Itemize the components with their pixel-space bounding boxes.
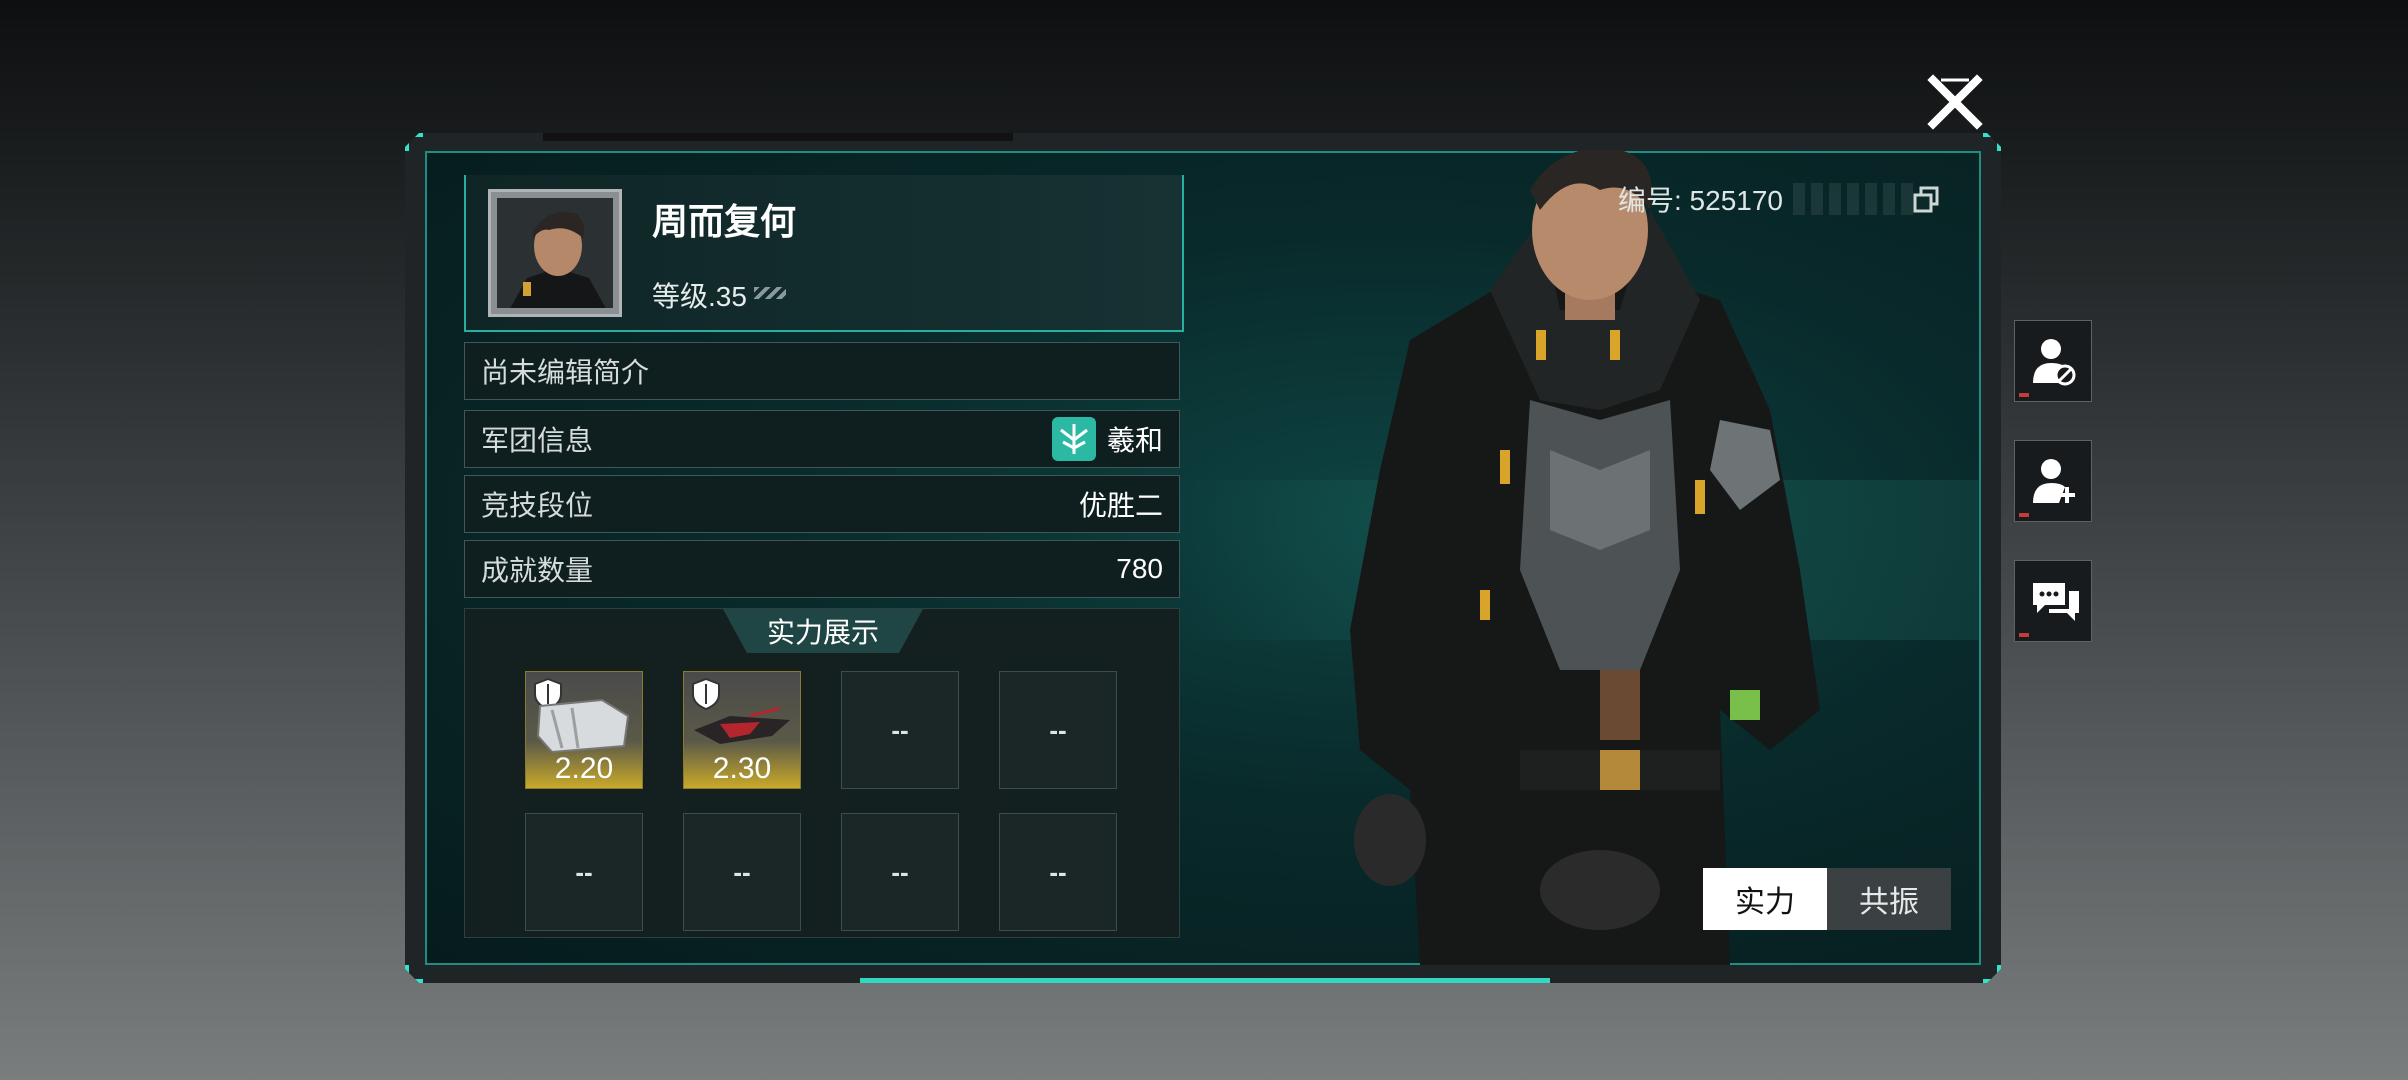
- power-showcase: 实力展示 2.20 2.30 -- -- -- -- -- --: [464, 608, 1180, 938]
- legion-label: 军团信息: [481, 425, 594, 456]
- rank-row: 竞技段位 优胜二: [464, 475, 1180, 533]
- player-level: 等级.35: [652, 281, 747, 312]
- id-bars: [1793, 183, 1913, 215]
- button-mark: [2019, 393, 2029, 397]
- button-mark: [2019, 513, 2029, 517]
- showcase-slot[interactable]: --: [841, 813, 959, 931]
- level-stripes: [754, 287, 786, 299]
- slot-empty: --: [891, 856, 909, 887]
- player-name: 周而复何: [652, 201, 797, 242]
- bio-text: 尚未编辑简介: [481, 357, 650, 388]
- equipment-item-icon: [694, 706, 790, 744]
- block-user-icon: [2033, 339, 2076, 386]
- player-id: 编号: 525170: [1618, 185, 1783, 216]
- showcase-title: 实力展示: [723, 609, 923, 653]
- profile-card: 周而复何 等级.35: [464, 175, 1184, 332]
- corner-accent: [405, 133, 423, 151]
- achievement-row: 成就数量 780: [464, 540, 1180, 598]
- add-friend-button[interactable]: [2014, 440, 2092, 522]
- achievement-value: 780: [1116, 553, 1163, 584]
- slot-empty: --: [891, 714, 909, 745]
- chat-button[interactable]: [2014, 560, 2092, 642]
- player-id-row: 编号: 525170: [1618, 180, 1913, 218]
- showcase-slot[interactable]: --: [841, 671, 959, 789]
- showcase-slot[interactable]: 2.30: [683, 671, 801, 789]
- legion-value: 羲和: [1106, 425, 1163, 456]
- close-button[interactable]: [1925, 72, 1985, 132]
- slot-empty: --: [575, 856, 593, 887]
- chat-icon: [2033, 583, 2079, 621]
- rank-value: 优胜二: [1078, 490, 1163, 521]
- slot-score: 2.30: [712, 752, 772, 785]
- panel-bottom-glow: [860, 978, 1550, 983]
- showcase-slot[interactable]: --: [525, 813, 643, 931]
- corner-accent: [1983, 133, 2001, 151]
- showcase-slot[interactable]: --: [683, 813, 801, 931]
- slot-empty: --: [1049, 856, 1067, 887]
- tab-resonance[interactable]: 共振: [1827, 868, 1951, 930]
- tab-power[interactable]: 实力: [1703, 868, 1827, 930]
- panel-top-bar: [543, 133, 1013, 141]
- rank-label: 竞技段位: [481, 490, 594, 521]
- showcase-slot[interactable]: --: [999, 671, 1117, 789]
- achievement-label: 成就数量: [481, 555, 594, 586]
- copy-icon: [1913, 186, 1939, 213]
- copy-id-button[interactable]: [1912, 186, 1940, 214]
- showcase-slot[interactable]: 2.20: [525, 671, 643, 789]
- corner-accent: [405, 965, 423, 983]
- button-mark: [2019, 633, 2029, 637]
- corner-accent: [1983, 965, 2001, 983]
- add-friend-icon: [2033, 459, 2075, 503]
- slot-score: 2.20: [554, 752, 614, 785]
- equipment-item-icon: [536, 698, 630, 754]
- avatar[interactable]: [488, 189, 622, 317]
- character-portrait: [1300, 148, 1860, 965]
- legion-emblem-icon: [1051, 417, 1096, 461]
- view-tabs: 实力 共振: [1703, 868, 1951, 930]
- legion-row[interactable]: 军团信息 羲和: [464, 410, 1180, 468]
- bio-row[interactable]: 尚未编辑简介: [464, 342, 1180, 400]
- block-user-button[interactable]: [2014, 320, 2092, 402]
- showcase-slot[interactable]: --: [999, 813, 1117, 931]
- slot-empty: --: [733, 856, 751, 887]
- slot-empty: --: [1049, 714, 1067, 745]
- close-icon: [1927, 74, 1983, 130]
